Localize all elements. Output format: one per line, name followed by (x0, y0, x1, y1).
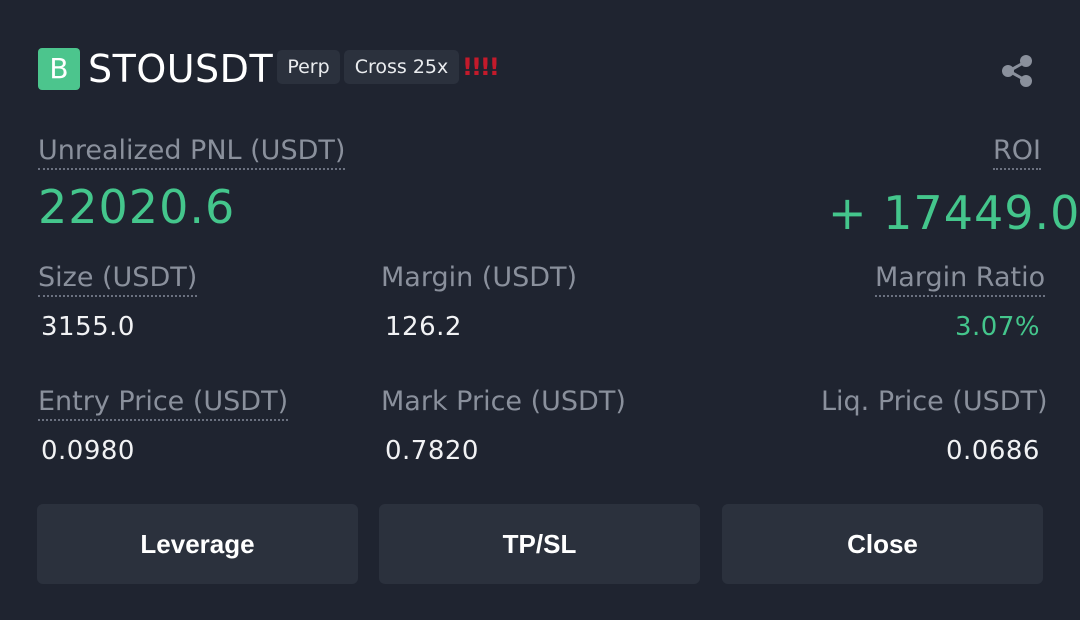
mark-price-label: Mark Price (USDT) (381, 386, 626, 417)
margin-ratio-value: 3.07% (955, 312, 1041, 342)
size-value: 3155.0 (41, 312, 135, 342)
leverage-button[interactable]: Leverage (37, 504, 358, 584)
margin-ratio-label[interactable]: Margin Ratio (875, 261, 1046, 297)
pnl-label[interactable]: Unrealized PNL (USDT) (38, 134, 346, 170)
warning-marks: !!!! (462, 53, 500, 81)
liq-price-value: 0.0686 (946, 436, 1040, 466)
pnl-value: 22020.6 (38, 180, 236, 234)
exchange-badge-icon: B (38, 48, 80, 90)
margin-label: Margin (USDT) (381, 262, 578, 293)
position-card: B STOUSDT Perp Cross 25x !!!! Unrealized… (0, 0, 1080, 620)
margin-value: 126.2 (385, 312, 462, 342)
mark-price-value: 0.7820 (385, 436, 479, 466)
roi-value: + 17449.0% (828, 186, 1080, 240)
entry-price-value: 0.0980 (41, 436, 135, 466)
size-label[interactable]: Size (USDT) (38, 261, 198, 297)
tpsl-button[interactable]: TP/SL (379, 504, 700, 584)
entry-price-label[interactable]: Entry Price (USDT) (38, 385, 289, 421)
close-button[interactable]: Close (722, 504, 1043, 584)
liq-price-label: Liq. Price (USDT) (821, 386, 1048, 417)
symbol-title: STOUSDT (88, 47, 274, 91)
tag-perp: Perp (277, 50, 340, 84)
roi-label[interactable]: ROI (993, 134, 1041, 170)
tag-cross-leverage: Cross 25x (344, 50, 459, 84)
share-icon[interactable] (1000, 55, 1034, 87)
